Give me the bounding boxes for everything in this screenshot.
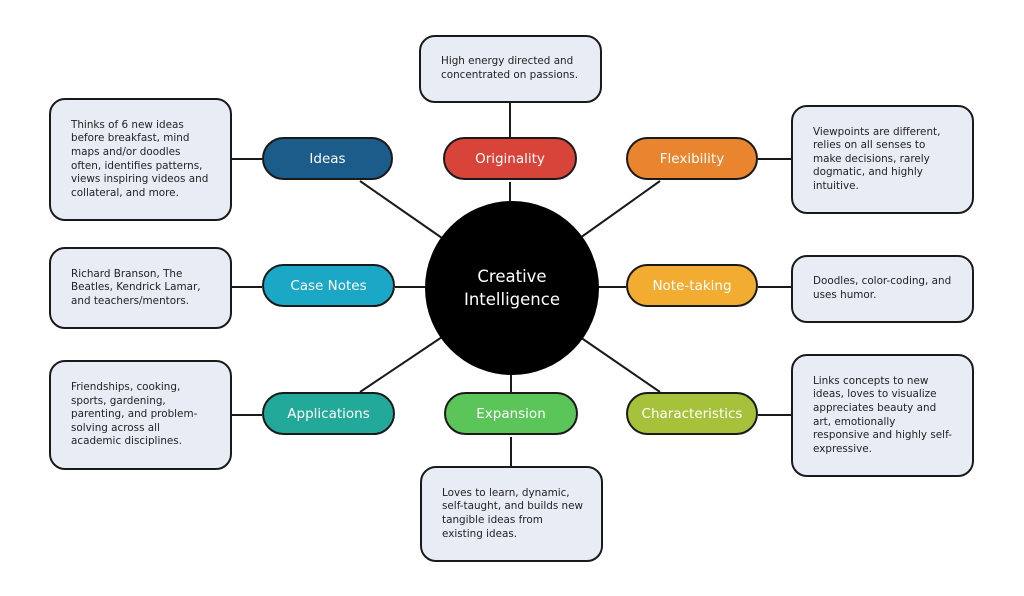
mind-map: Creative Intelligence High energy directe…: [0, 0, 1024, 596]
center-node: Creative Intelligence: [425, 201, 599, 375]
applications-node: Applications: [262, 392, 395, 435]
note-taking-node: Note-taking: [626, 264, 758, 307]
originality-node: Originality: [443, 137, 577, 180]
note-taking-note: Doodles, color-coding, and uses humor.: [791, 255, 974, 323]
flexibility-note: Viewpoints are different, relies on all …: [791, 105, 974, 214]
characteristics-node: Characteristics: [626, 392, 758, 435]
case-notes-note: Richard Branson, The Beatles, Kendrick L…: [49, 247, 232, 329]
connector-center-flexibility: [579, 180, 661, 239]
ideas-note: Thinks of 6 new ideas before breakfast, …: [49, 98, 232, 221]
characteristics-note: Links concepts to new ideas, loves to vi…: [791, 354, 974, 477]
center-label-line2: Intelligence: [463, 290, 560, 309]
applications-note: Friendships, cooking, sports, gardening,…: [49, 360, 232, 470]
center-label-line1: Creative: [477, 267, 547, 286]
expansion-node: Expansion: [444, 392, 578, 435]
ideas-node: Ideas: [262, 137, 393, 180]
case-notes-node: Case Notes: [262, 264, 395, 307]
expansion-note: Loves to learn, dynamic, self-taught, an…: [420, 466, 603, 562]
connector-center-characteristics: [579, 336, 661, 393]
connector-center-applications: [359, 336, 443, 393]
originality-note: High energy directed and concentrated on…: [419, 35, 602, 103]
connector-center-ideas: [359, 180, 443, 239]
flexibility-node: Flexibility: [626, 137, 758, 180]
